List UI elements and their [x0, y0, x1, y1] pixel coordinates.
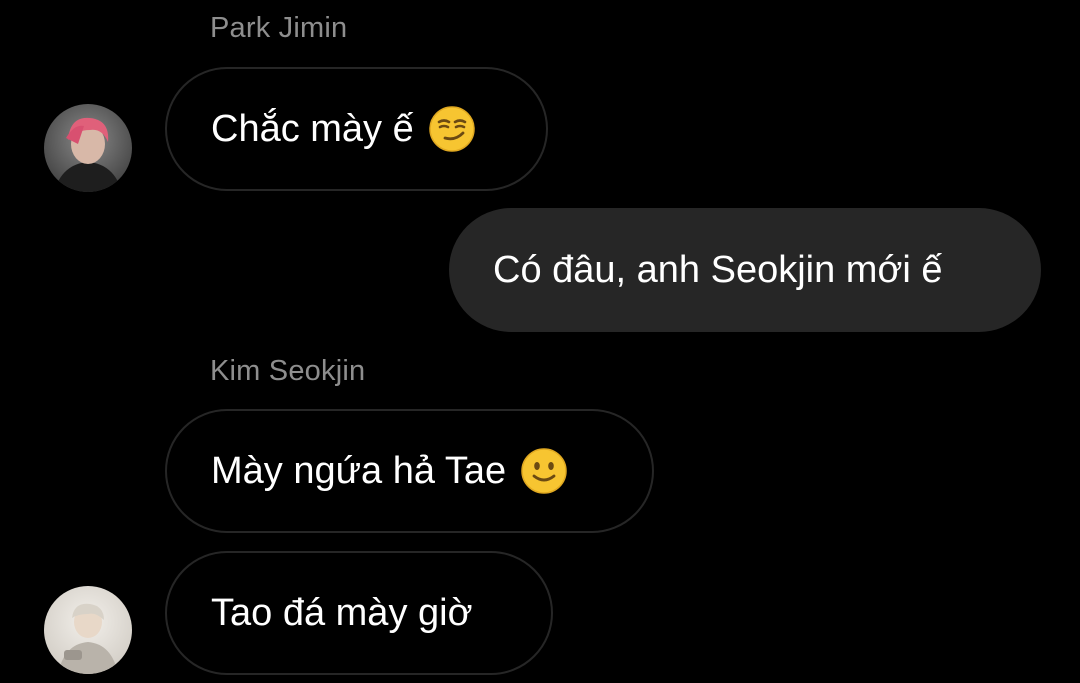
smirking-face-icon: [429, 106, 475, 152]
message-text: Có đâu, anh Seokjin mới ế: [493, 248, 943, 291]
message-bubble-outgoing[interactable]: Có đâu, anh Seokjin mới ế: [449, 208, 1041, 332]
slightly-smiling-face-icon: [521, 448, 567, 494]
message-bubble[interactable]: Chắc mày ế: [165, 67, 548, 191]
message-bubble[interactable]: Mày ngứa hả Tae: [165, 409, 654, 533]
message-text: Tao đá mày giờ: [211, 591, 473, 634]
sender-name-park-jimin: Park Jimin: [210, 12, 348, 44]
avatar-park-jimin[interactable]: [44, 104, 132, 192]
message-bubble[interactable]: Tao đá mày giờ: [165, 551, 553, 675]
message-text: Chắc mày ế: [211, 107, 414, 150]
message-text: Mày ngứa hả Tae: [211, 449, 507, 492]
avatar-kim-seokjin[interactable]: [44, 586, 132, 674]
avatar-image: [44, 104, 132, 192]
avatar-image: [44, 586, 132, 674]
sender-name-kim-seokjin: Kim Seokjin: [210, 355, 366, 387]
